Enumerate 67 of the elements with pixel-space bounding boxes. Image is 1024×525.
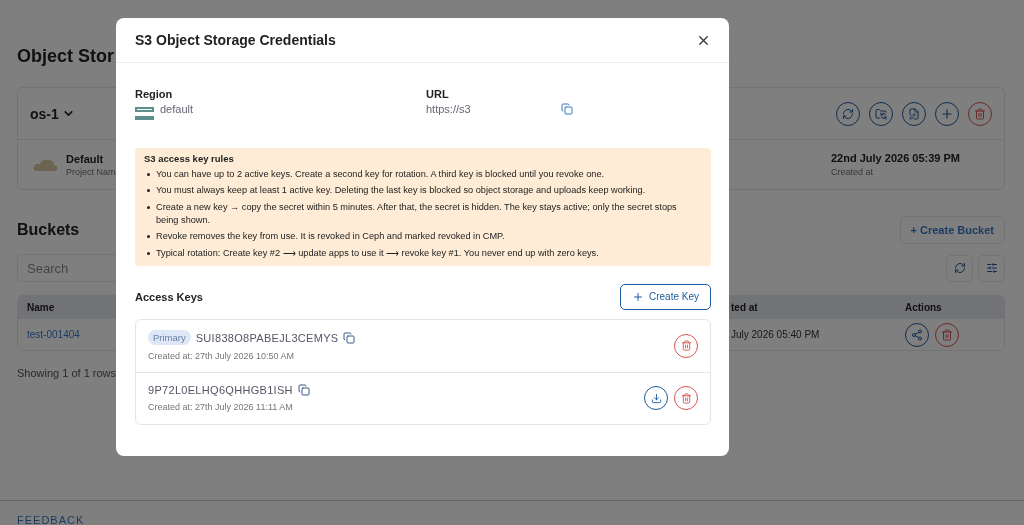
file-edit-icon xyxy=(908,107,920,120)
url-label: URL xyxy=(426,88,450,100)
trash-icon xyxy=(680,340,692,351)
bullet-icon xyxy=(147,205,150,209)
rule-item: Typical rotation: Create key #2 ⟶ update apps to use it ⟶ revoke key #1. You never end up with zero keys. xyxy=(156,246,599,260)
refresh-icon xyxy=(953,262,966,274)
share-button[interactable] xyxy=(905,322,929,347)
column-header: ted at xyxy=(730,302,759,313)
add-button[interactable] xyxy=(935,101,959,126)
storage-selector[interactable]: os-1 xyxy=(30,105,75,122)
copy-icon[interactable] xyxy=(561,103,573,115)
section-title: Buckets xyxy=(17,221,80,239)
row-count: Showing 1 of 1 rows xyxy=(17,367,118,379)
download-button[interactable] xyxy=(644,386,668,410)
cloud-icon xyxy=(32,157,60,172)
copy-icon[interactable] xyxy=(297,384,310,396)
feedback-link[interactable]: FEEDBACK xyxy=(17,514,85,525)
create-key-button[interactable]: Create Key xyxy=(620,283,711,310)
primary-badge: Primary xyxy=(148,330,191,345)
trash-icon xyxy=(941,328,953,341)
rule-item: You must always keep at least 1 active key. Deleting the last key is blocked so object storage and uploads keep working. xyxy=(156,184,646,197)
table-cell-text: July 2026 05:40 PM xyxy=(730,329,821,340)
access-key: 9P72L0ELHQ6QHHGB1ISH xyxy=(148,384,293,396)
dialog-title: S3 Object Storage Credentials xyxy=(135,32,336,48)
created-label: Created at xyxy=(831,167,875,177)
copy-icon[interactable] xyxy=(343,331,356,344)
filter-button[interactable] xyxy=(978,254,1005,282)
plus-icon xyxy=(940,106,954,121)
trash-icon xyxy=(974,107,986,120)
bullet-icon xyxy=(147,172,150,176)
create-bucket-button[interactable]: + Create Bucket xyxy=(899,216,1005,244)
column-header: Name xyxy=(26,302,56,313)
delete-button[interactable] xyxy=(968,101,992,126)
download-icon xyxy=(650,392,662,404)
folder-sync-icon xyxy=(875,107,887,120)
trash-icon xyxy=(680,392,692,404)
share-icon xyxy=(911,328,923,341)
project-name: Default xyxy=(66,152,105,165)
rule-item: Revoke removes the key from use. It is revoked in Ceph and marked revoked in CMP. xyxy=(156,230,505,243)
created-date: Created at: 27th July 2026 11:11 AM xyxy=(148,402,294,412)
bullet-icon xyxy=(147,251,150,255)
page-title: Object Stor xyxy=(17,46,115,67)
access-key: SUI838O8PABEJL3CEMYS xyxy=(195,331,339,344)
refresh-button[interactable] xyxy=(836,101,860,126)
rule-item: Create a new key → copy the secret within 5 minutes. After that, the secret is hidden. The key stays active; only the secret stops being shown. xyxy=(156,200,678,227)
edit-file-button[interactable] xyxy=(902,101,926,126)
rule-item: You can have up to 2 active keys. Create a second key for rotation. A third key is blocked until you revoke one. xyxy=(156,167,605,181)
created-date: 22nd July 2026 05:39 PM xyxy=(831,152,961,164)
filter-icon xyxy=(985,262,998,274)
delete-button[interactable] xyxy=(935,322,959,347)
delete-button[interactable] xyxy=(674,333,698,358)
folder-sync-button[interactable] xyxy=(869,101,893,126)
section-title: Access Keys xyxy=(135,290,203,303)
column-header: Actions xyxy=(905,302,943,313)
notice-title: S3 access key rules xyxy=(144,153,235,164)
region-value: default xyxy=(160,103,194,115)
created-date: Created at: 27th July 2026 10:50 AM xyxy=(148,351,296,361)
flag-icon xyxy=(135,106,154,121)
project-label: Project Nam xyxy=(66,166,116,177)
bullet-icon xyxy=(147,189,150,192)
plus-icon xyxy=(632,290,644,303)
search-field[interactable]: Search xyxy=(17,254,116,282)
refresh-icon xyxy=(842,107,854,120)
url-value: https://s3 xyxy=(426,103,472,115)
region-label: Region xyxy=(135,88,174,100)
bullet-icon xyxy=(147,235,150,238)
delete-button[interactable] xyxy=(674,386,698,410)
